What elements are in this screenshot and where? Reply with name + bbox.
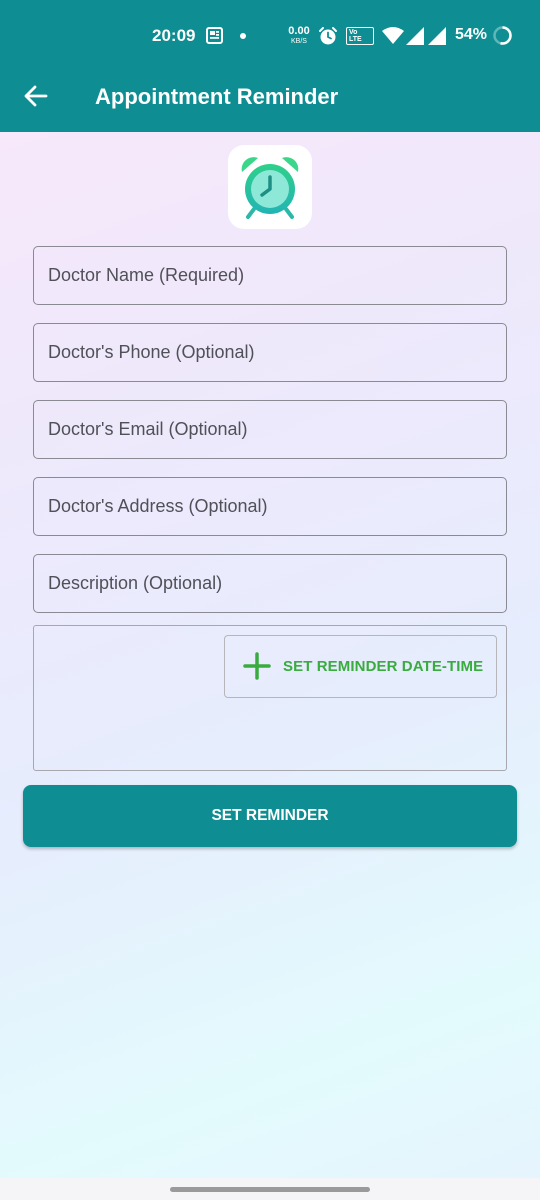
status-bar: 20:09 0.00 KB/S Vo LTE 54% — [0, 0, 540, 72]
doctor-email-field[interactable] — [33, 400, 507, 459]
page-title: Appointment Reminder — [95, 84, 339, 109]
doctor-name-field[interactable] — [33, 246, 507, 305]
doctor-address-field[interactable] — [33, 477, 507, 536]
back-arrow-icon[interactable] — [22, 82, 50, 110]
signal-sim1-icon — [406, 27, 424, 45]
description-field[interactable] — [33, 554, 507, 613]
set-reminder-datetime-button[interactable]: SET REMINDER DATE-TIME — [224, 635, 497, 698]
gesture-handle[interactable] — [170, 1187, 370, 1192]
alarm-clock-icon — [241, 157, 299, 219]
battery-percent: 54% — [455, 26, 488, 43]
set-datetime-label: SET REMINDER DATE-TIME — [283, 658, 484, 675]
network-speed: 0.00 KB/S — [284, 25, 314, 46]
app-logo — [228, 145, 312, 229]
wifi-icon — [382, 27, 404, 44]
set-reminder-button[interactable]: SET REMINDER — [23, 785, 517, 847]
notification-dot-icon — [240, 33, 246, 39]
news-notification-icon — [206, 27, 223, 44]
volte-icon: Vo LTE — [346, 27, 374, 45]
status-time: 20:09 — [152, 26, 196, 45]
plus-icon — [243, 652, 271, 680]
network-speed-value: 0.00 — [288, 25, 310, 37]
doctor-phone-field[interactable] — [33, 323, 507, 382]
signal-sim2-icon — [428, 27, 446, 45]
battery-ring-icon — [493, 26, 512, 45]
network-speed-unit: KB/S — [291, 38, 307, 45]
alarm-status-icon — [319, 27, 337, 45]
